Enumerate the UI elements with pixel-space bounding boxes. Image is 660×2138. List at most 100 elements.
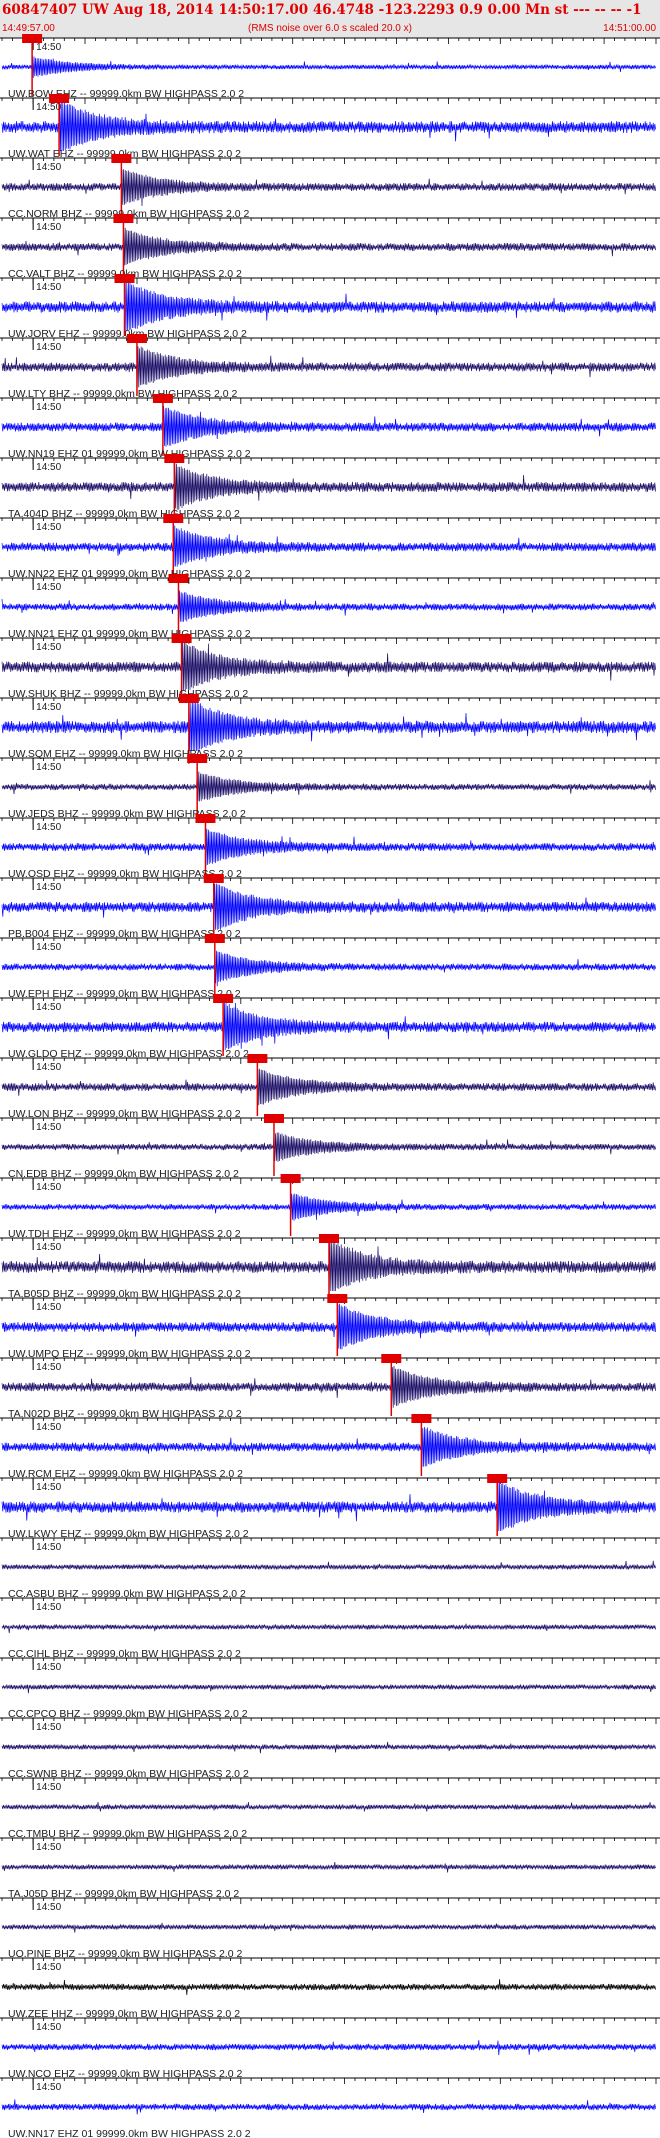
waveform	[1, 1193, 656, 1222]
waveform	[1, 1068, 656, 1106]
waveform	[1, 2099, 656, 2115]
trace-row: 14:50CC.NORM BHZ -- 99999.0km BW HIGHPAS…	[0, 154, 660, 220]
waveform	[1, 950, 656, 987]
minute-tick-label: 14:50	[36, 822, 61, 833]
waveform	[1, 1426, 656, 1467]
trace-row: 14:50UW.NN21 EHZ 01 99999.0km BW HIGHPAS…	[0, 574, 660, 640]
trace-row: 14:50UW.ZEE HHZ -- 99999.0km BW HIGHPASS…	[0, 1957, 660, 2020]
waveform	[1, 462, 656, 510]
trace-row: 14:50UW.UMPQ EHZ -- 99999.0km BW HIGHPAS…	[0, 1294, 660, 1360]
waveform	[1, 1922, 656, 1933]
trace-row: 14:50UW.SQM EHZ -- 99999.0km BW HIGHPASS…	[0, 694, 660, 760]
trace-row: 14:50UW.GLDO EHZ -- 99999.0km BW HIGHPAS…	[0, 994, 660, 1060]
trace-row: 14:50UW.NN19 EHZ 01 99999.0km BW HIGHPAS…	[0, 394, 660, 460]
minute-tick-label: 14:50	[36, 582, 61, 593]
minute-tick-label: 14:50	[36, 882, 61, 893]
trace-row: 14:50UO.PINE BHZ -- 99999.0km BW HIGHPAS…	[0, 1897, 660, 1960]
trace-row: 14:50CC.SWNB BHZ -- 99999.0km BW HIGHPAS…	[0, 1717, 660, 1780]
trace-row: 14:50TA.N02D BHZ -- 99999.0km BW HIGHPAS…	[0, 1354, 660, 1420]
minute-tick-label: 14:50	[36, 1362, 61, 1373]
minute-tick-label: 14:50	[36, 462, 61, 473]
trace-row: 14:50CC.VALT BHZ -- 99999.0km BW HIGHPAS…	[0, 214, 660, 280]
waveform	[1, 2040, 656, 2056]
minute-tick-label: 14:50	[36, 1722, 61, 1733]
trace-row: 14:50UW.NCO EHZ -- 99999.0km BW HIGHPASS…	[0, 2017, 660, 2080]
waveform	[1, 169, 656, 207]
minute-tick-label: 14:50	[36, 642, 61, 653]
minute-tick-label: 14:50	[36, 1062, 61, 1073]
waveform	[1, 346, 656, 389]
waveform	[1, 1303, 656, 1350]
waveform	[1, 828, 656, 866]
trace-row: 14:50UW.WAT EHZ -- 99999.0km BW HIGHPASS…	[0, 94, 660, 160]
waveform	[1, 282, 656, 332]
waveform	[1, 771, 656, 802]
waveform	[1, 883, 656, 932]
trace-row: 14:50UW.JORV EHZ -- 99999.0km BW HIGHPAS…	[0, 274, 660, 340]
waveform	[1, 1132, 656, 1162]
minute-tick-label: 14:50	[36, 1902, 61, 1913]
trace-row: 14:50UW.RCM EHZ -- 99999.0km BW HIGHPASS…	[0, 1414, 660, 1480]
trace-row: 14:50PB.B004 EHZ -- 99999.0km BW HIGHPAS…	[0, 874, 660, 940]
minute-tick-label: 14:50	[36, 402, 61, 413]
minute-tick-label: 14:50	[36, 1602, 61, 1613]
trace-row: 14:50UW.LKWY EHZ -- 99999.0km BW HIGHPAS…	[0, 1474, 660, 1540]
trace-row: 14:50UW.LTY BHZ -- 99999.0km BW HIGHPASS…	[0, 334, 660, 400]
waveform	[1, 1623, 656, 1634]
time-ticks	[1, 38, 657, 44]
trace-row: 14:50UW.SHUK BHZ -- 99999.0km BW HIGHPAS…	[0, 634, 660, 700]
minute-tick-label: 14:50	[36, 282, 61, 293]
minute-tick-label: 14:50	[36, 1182, 61, 1193]
minute-tick-label: 14:50	[36, 222, 61, 233]
seismogram-record: 60847407 UW Aug 18, 2014 14:50:17.00 46.…	[0, 0, 660, 2138]
minute-tick-label: 14:50	[36, 522, 61, 533]
waveform	[1, 1862, 656, 1873]
waveform	[1, 590, 656, 623]
trace-row: 14:50UW.OSD EHZ -- 99999.0km BW HIGHPASS…	[0, 814, 660, 880]
minute-tick-label: 14:50	[36, 342, 61, 353]
waveform	[1, 1741, 656, 1754]
end-time: 14:51:00.00	[603, 23, 656, 34]
minute-tick-label: 14:50	[36, 942, 61, 953]
minute-tick-label: 14:50	[36, 1962, 61, 1973]
trace-row: 14:50UW.JEDS BHZ -- 99999.0km BW HIGHPAS…	[0, 754, 660, 820]
waveform	[1, 525, 656, 567]
minute-tick-label: 14:50	[36, 1242, 61, 1253]
minute-tick-label: 14:50	[36, 1782, 61, 1793]
trace-row: 14:50CN.EDB BHZ -- 99999.0km BW HIGHPASS…	[0, 1114, 660, 1180]
minute-tick-label: 14:50	[36, 2082, 61, 2093]
minute-tick-label: 14:50	[36, 1422, 61, 1433]
minute-tick-label: 14:50	[36, 1482, 61, 1493]
station-label: UW.NN17 EHZ 01 99999.0km BW HIGHPASS 2.0…	[8, 2128, 251, 2138]
waveform	[1, 1683, 656, 1694]
trace-row: 14:50TA.404D BHZ -- 99999.0km BW HIGHPAS…	[0, 454, 660, 520]
trace-row: 14:50UW.LON BHZ -- 99999.0km BW HIGHPASS…	[0, 1054, 660, 1120]
trace-row: 14:50UW.EPH EHZ -- 99999.0km BW HIGHPASS…	[0, 934, 660, 1000]
waveform	[1, 227, 656, 266]
waveform	[1, 405, 656, 447]
minute-tick-label: 14:50	[36, 1542, 61, 1553]
trace-row: 14:50TA.B05D BHZ -- 99999.0km BW HIGHPAS…	[0, 1234, 660, 1300]
waveform	[1, 1979, 656, 1996]
waveform	[1, 102, 656, 152]
trace-stack: 14:50UW.BOW EHZ -- 99999.0km BW HIGHPASS…	[0, 34, 660, 2138]
trace-row: 14:50UW.NN22 EHZ 01 99999.0km BW HIGHPAS…	[0, 514, 660, 580]
minute-tick-label: 14:50	[36, 1002, 61, 1013]
minute-tick-label: 14:50	[36, 1662, 61, 1673]
minute-tick-label: 14:50	[36, 2022, 61, 2033]
minute-tick-label: 14:50	[36, 42, 61, 53]
start-time: 14:49:57.00	[2, 23, 55, 34]
rms-note: (RMS noise over 6.0 s scaled 20.0 x)	[248, 23, 412, 34]
waveform	[1, 702, 656, 752]
minute-tick-label: 14:50	[36, 102, 61, 113]
trace-row: 14:50UW.BOW EHZ -- 99999.0km BW HIGHPASS…	[0, 34, 660, 100]
waveform	[1, 642, 656, 691]
trace-row: 14:50CC.ASBU BHZ -- 99999.0km BW HIGHPAS…	[0, 1537, 660, 1600]
trace-row: 14:50CC.CPCO BHZ -- 99999.0km BW HIGHPAS…	[0, 1657, 660, 1720]
trace-row: 14:50CC.TMBU BHZ -- 99999.0km BW HIGHPAS…	[0, 1777, 660, 1840]
minute-tick-label: 14:50	[36, 162, 61, 173]
waveform	[1, 1801, 656, 1812]
event-title: 60847407 UW Aug 18, 2014 14:50:17.00 46.…	[2, 2, 641, 18]
trace-row: 14:50 UW.NN17 EHZ 01 99999.0km BW HIGHPAS…	[0, 2077, 660, 2138]
minute-tick-label: 14:50	[36, 1302, 61, 1313]
